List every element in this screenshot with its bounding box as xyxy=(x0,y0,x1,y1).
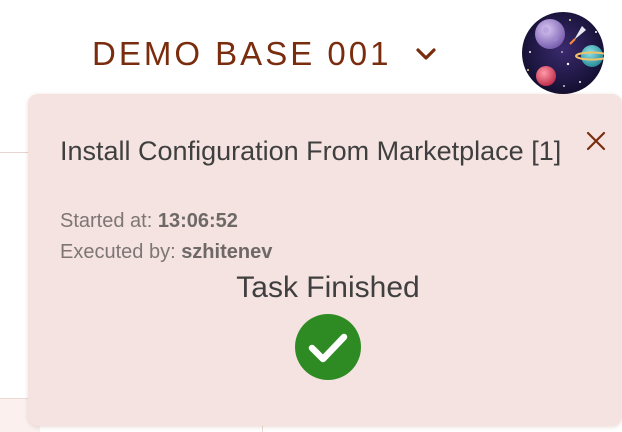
executed-value: szhitenev xyxy=(181,241,273,263)
chevron-down-icon[interactable] xyxy=(413,41,439,67)
executed-by: Executed by: szhitenev xyxy=(60,241,272,264)
user-avatar[interactable] xyxy=(522,12,604,94)
close-icon[interactable] xyxy=(586,131,606,151)
executed-label: Executed by: xyxy=(60,241,176,263)
started-value: 13:06:52 xyxy=(157,210,238,232)
base-selector[interactable]: DEMO BASE 001 xyxy=(92,34,439,74)
space-avatar-icon xyxy=(522,12,604,94)
background-divider-vertical xyxy=(262,425,263,432)
check-circle-icon xyxy=(295,314,361,380)
started-at: Started at: 13:06:52 xyxy=(60,210,238,233)
top-header: DEMO BASE 001 xyxy=(0,0,622,100)
close-button[interactable] xyxy=(583,128,609,154)
started-label: Started at: xyxy=(60,210,153,232)
task-title: Install Configuration From Marketplace [… xyxy=(60,136,562,166)
base-title: DEMO BASE 001 xyxy=(92,35,392,72)
status-text: Task Finished xyxy=(236,271,420,304)
